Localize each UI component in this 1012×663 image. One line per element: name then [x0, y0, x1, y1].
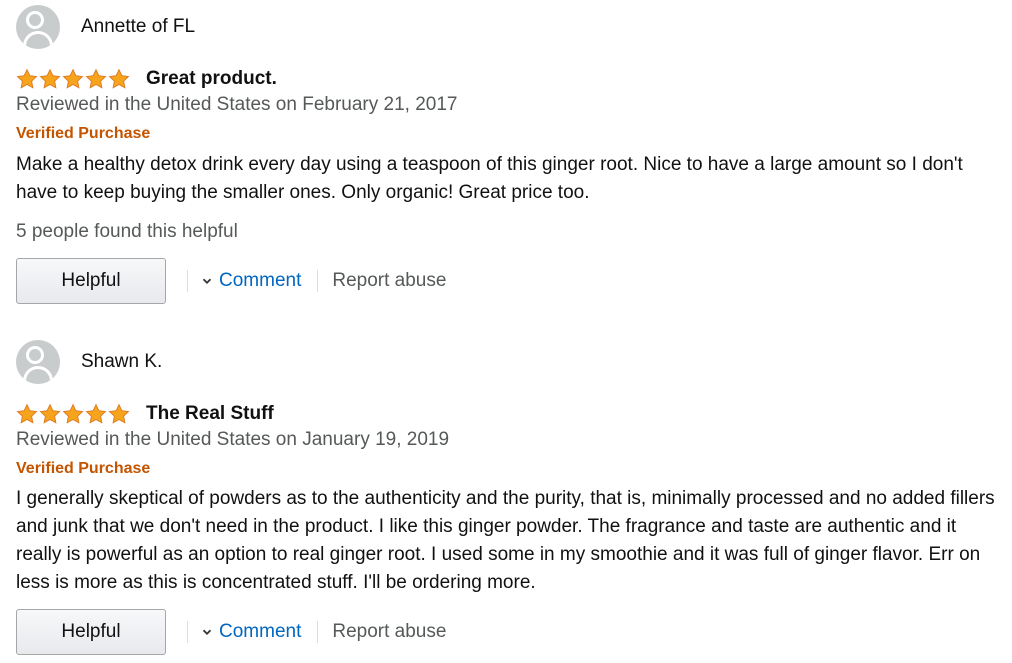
comment-label: Comment [219, 270, 302, 291]
review-body: I generally skeptical of powders as to t… [16, 488, 995, 593]
comment-link[interactable]: Comment [202, 270, 301, 292]
review-actions: Helpful Comment Report abuse [16, 258, 446, 304]
review-body: Make a healthy detox drink every day usi… [16, 154, 963, 203]
star-icon [108, 68, 130, 89]
default-avatar-icon [16, 340, 60, 384]
divider [187, 270, 188, 292]
helpful-button[interactable]: Helpful [16, 258, 166, 304]
helpful-button[interactable]: Helpful [16, 609, 166, 655]
star-rating[interactable] [16, 403, 130, 425]
star-icon [39, 68, 61, 89]
review-title-row: The Real Stuff [16, 400, 274, 428]
verified-purchase-badge: Verified Purchase [16, 460, 151, 477]
review-title-row: Great product. [16, 65, 277, 93]
star-icon [16, 403, 38, 424]
reviewer-name[interactable]: Shawn K. [81, 351, 162, 373]
chevron-down-icon [202, 629, 212, 635]
star-icon [85, 68, 107, 89]
default-avatar-icon [16, 5, 60, 49]
star-icon [16, 68, 38, 89]
comment-link[interactable]: Comment [202, 621, 301, 643]
comment-label: Comment [219, 621, 302, 642]
divider [317, 270, 319, 292]
star-icon [62, 68, 84, 89]
reviewer-profile[interactable]: Shawn K. [16, 340, 162, 384]
verified-purchase-badge: Verified Purchase [16, 125, 151, 142]
divider [187, 621, 188, 643]
report-abuse-link[interactable]: Report abuse [332, 270, 446, 292]
review-title[interactable]: Great product. [146, 68, 277, 90]
helpful-count: 5 people found this helpful [16, 221, 238, 242]
review-actions: Helpful Comment Report abuse [16, 609, 446, 655]
star-icon [108, 403, 130, 424]
chevron-down-icon [202, 278, 212, 284]
star-rating[interactable] [16, 68, 130, 90]
star-icon [39, 403, 61, 424]
divider [317, 621, 319, 643]
review-date: Reviewed in the United States on January… [16, 429, 450, 450]
report-abuse-link[interactable]: Report abuse [332, 621, 446, 643]
star-icon [62, 403, 84, 424]
reviewer-profile[interactable]: Annette of FL [16, 5, 195, 49]
review-date: Reviewed in the United States on Februar… [16, 94, 458, 115]
star-icon [85, 403, 107, 424]
reviewer-name[interactable]: Annette of FL [81, 16, 195, 38]
review-title[interactable]: The Real Stuff [146, 403, 274, 425]
